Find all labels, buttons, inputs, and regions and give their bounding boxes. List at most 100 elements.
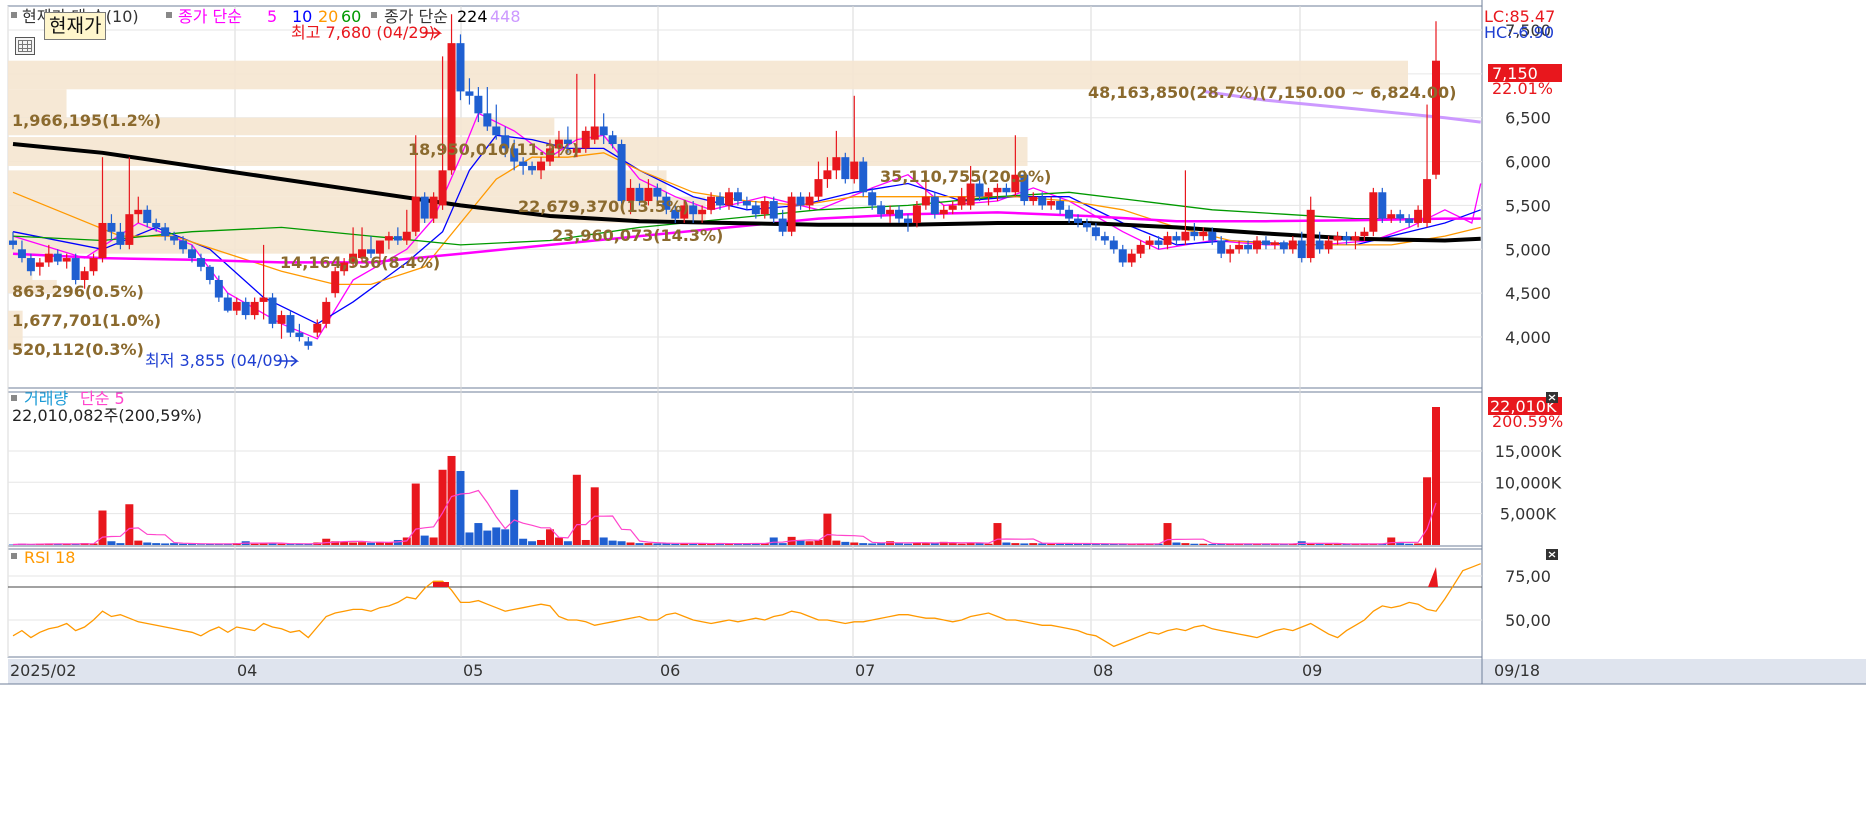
ma-legend-period: 5: [267, 7, 277, 26]
volume-profile-label: 18,950,010(11.2%): [408, 140, 579, 159]
candle-body: [393, 236, 402, 241]
volume-bar: [420, 535, 429, 545]
volume-bar: [277, 543, 286, 545]
volume-bar: [1324, 543, 1333, 545]
candle-body: [286, 315, 295, 333]
legend-square-icon: [11, 395, 17, 401]
legend-square-icon: [11, 553, 17, 559]
price-pct-label: 22.01%: [1492, 79, 1553, 98]
low-annotation: 최저 3,855 (04/09): [145, 351, 289, 370]
x-tick-label: 08: [1093, 661, 1113, 680]
ma-legend-label: 종가 단순: [178, 7, 242, 26]
candle-body: [528, 165, 537, 171]
volume-bar: [116, 543, 125, 545]
volume-bar: [635, 543, 644, 545]
candle-body: [161, 227, 170, 237]
volume-bar: [948, 543, 957, 545]
candle-body: [519, 161, 528, 166]
candle-body: [429, 196, 438, 219]
candle-body: [26, 258, 35, 272]
volume-bar: [769, 537, 778, 545]
candle-body: [1288, 240, 1297, 250]
x-tick-label: 05: [463, 661, 483, 680]
stock-chart[interactable]: 4,000 4,500 5,000 5,500 6,000 6,500 7,500 5,000…: [0, 0, 1866, 816]
candle-body: [841, 157, 850, 180]
candle-body: [895, 209, 904, 219]
volume-bar: [1315, 544, 1324, 545]
end-date-label: 09/18: [1494, 661, 1540, 680]
candle-body: [1315, 240, 1324, 250]
price-tick-label: 5,000: [1505, 240, 1551, 259]
candle-body: [537, 161, 546, 171]
grid-toggle-icon[interactable]: [15, 37, 35, 55]
volume-profile-band: [8, 170, 667, 197]
candle-body: [805, 196, 814, 206]
volume-tick-label: 15,000K: [1495, 442, 1562, 461]
volume-bar: [832, 540, 841, 545]
rsi-legend-title: RSI 18: [24, 548, 75, 567]
candle-body: [1172, 236, 1181, 241]
price-tooltip: 현재가: [44, 12, 107, 40]
volume-profile-label: 48,163,850(28.7%)(7,150.00 ~ 6,824.00): [1088, 83, 1456, 102]
candle-body: [313, 323, 322, 333]
candle-body: [1270, 242, 1279, 245]
volume-bar: [358, 542, 367, 545]
candle-body: [179, 240, 188, 250]
candle-body: [80, 271, 89, 280]
volume-bar: [187, 544, 196, 545]
candle-body: [1432, 60, 1440, 175]
x-tick-label: 09: [1302, 661, 1322, 680]
volume-bar: [492, 527, 501, 545]
candle-body: [930, 196, 939, 215]
high-annotation: 최고 7,680 (04/29): [291, 23, 435, 42]
volume-bar: [366, 542, 375, 545]
candle-body: [384, 236, 393, 241]
volume-bar: [868, 543, 877, 545]
candle-body: [1369, 192, 1378, 232]
candle-body: [868, 192, 877, 206]
volume-bar: [483, 530, 492, 545]
candle-body: [1074, 218, 1083, 223]
candle-body: [993, 187, 1002, 193]
candle-body: [1163, 236, 1172, 245]
candle-body: [1396, 214, 1405, 219]
volume-bar: [349, 542, 358, 545]
candle-body: [1297, 240, 1306, 259]
rsi-tick-label: 75,00: [1505, 567, 1551, 586]
candle-body: [1423, 179, 1432, 223]
candle-body: [1029, 196, 1038, 202]
candle-body: [411, 196, 420, 232]
volume-bar: [563, 541, 572, 545]
candle-body: [125, 214, 134, 245]
x-tick-label: 04: [237, 661, 257, 680]
candle-body: [89, 258, 98, 272]
volume-bar: [152, 543, 161, 545]
candle-body: [1405, 218, 1414, 223]
volume-profile-label: 14,164,936(8.4%): [280, 253, 440, 272]
price-tick-label: 5,500: [1505, 196, 1551, 215]
volume-pct-label: 200.59%: [1492, 412, 1563, 431]
volume-bar: [1199, 543, 1208, 545]
candle-body: [1109, 240, 1118, 250]
candle-body: [456, 43, 465, 92]
volume-bar: [1172, 542, 1181, 545]
volume-bar: [617, 541, 626, 545]
volume-bar: [581, 539, 590, 545]
candle-body: [268, 297, 277, 324]
candle-body: [1253, 240, 1262, 250]
candle-body: [1342, 236, 1351, 241]
candle-body: [948, 205, 957, 210]
volume-readout: 22,010,082주(200,59%): [12, 406, 202, 425]
rsi-overbought-mark: [433, 582, 449, 587]
legend-square-icon: [371, 12, 377, 18]
candle-body: [850, 161, 859, 180]
candle-body: [751, 205, 760, 215]
volume-bar: [921, 543, 930, 545]
candle-body: [877, 205, 886, 215]
candle-body: [1351, 236, 1360, 241]
candle-body: [492, 126, 501, 136]
volume-bar: [841, 541, 850, 545]
chart-canvas[interactable]: 4,0004,5005,0005,5006,0006,5007,5005,000…: [0, 0, 1866, 816]
candle-body: [1065, 209, 1074, 219]
candle-body: [1360, 231, 1369, 237]
